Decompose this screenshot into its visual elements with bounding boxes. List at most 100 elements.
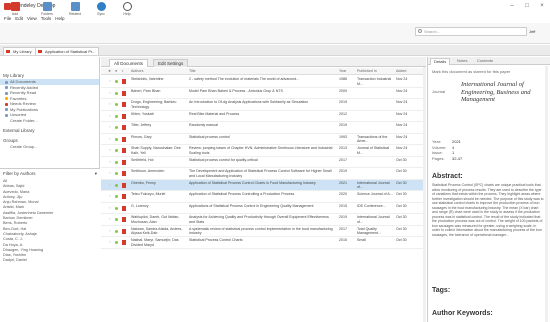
read-status-icon[interactable] <box>115 206 118 210</box>
table-row[interactable]: ☆ Pinrow, Gary Statistical process control… <box>101 134 426 145</box>
sync-button[interactable]: Sync <box>90 2 112 16</box>
sidebar-item-create-folder[interactable]: Create Folder... <box>0 118 99 124</box>
read-status-icon[interactable] <box>115 229 118 233</box>
external-library[interactable]: External Library <box>0 128 99 134</box>
tab-open-document[interactable]: Application of Statistical Pr... <box>35 47 100 55</box>
help-button[interactable]: Help <box>116 2 138 16</box>
star-icon[interactable]: ☆ <box>108 159 112 164</box>
star-column-icon[interactable]: ★ <box>108 69 111 73</box>
abstract-text[interactable]: Statistical Process Control (SPC) charts… <box>432 183 545 237</box>
read-status-icon[interactable] <box>115 183 118 187</box>
column-published-in[interactable]: Published In <box>357 69 377 73</box>
read-status-icon[interactable] <box>115 160 118 164</box>
tab-contents[interactable]: Contents <box>474 58 496 64</box>
field-value[interactable]: 32-47 <box>452 156 462 161</box>
star-document-note[interactable]: Mark this document as starred for this p… <box>432 69 510 74</box>
table-row[interactable]: ☆ Nakhal, Maryr, Samuejin; Das Divided Ma… <box>101 237 426 249</box>
read-status-icon[interactable] <box>115 195 118 198</box>
cell-authors: Kliten, Yoskatt <box>131 111 154 116</box>
read-status-icon[interactable] <box>115 126 118 129</box>
table-row[interactable]: ☆ Wahlupilot, Damb, Gut Ilsbian, Mochusan… <box>101 214 426 226</box>
read-column-icon[interactable]: ● <box>115 69 117 73</box>
menu-tools[interactable]: Tools <box>41 16 52 21</box>
read-status-icon[interactable] <box>115 91 118 95</box>
document-list-scrollbar[interactable] <box>423 67 426 322</box>
star-icon[interactable]: ☆ <box>108 171 112 175</box>
star-icon[interactable]: ☆ <box>108 205 112 210</box>
menu-edit[interactable]: Edit <box>15 16 23 21</box>
journal-name[interactable]: International Journal of Engineering, Bu… <box>461 81 546 104</box>
star-icon[interactable]: ☆ <box>108 194 112 198</box>
related-button[interactable]: Related <box>64 2 86 16</box>
minimize-icon[interactable]: – <box>506 2 518 11</box>
details-scrollbar[interactable] <box>545 66 548 322</box>
star-icon[interactable]: ☆ <box>108 182 112 187</box>
star-icon[interactable]: ☆ <box>108 228 112 233</box>
tab-all-documents[interactable]: All Documents <box>109 59 149 67</box>
read-status-icon[interactable] <box>115 114 118 118</box>
table-row[interactable]: ☆ Drugo, Engineering; Barbieu Technology A… <box>101 99 426 111</box>
folders-button[interactable]: Folders <box>36 2 58 16</box>
pdf-column-icon[interactable]: ▪ <box>122 69 123 73</box>
read-status-icon[interactable] <box>115 149 118 152</box>
filter-options-icon[interactable]: ▾ <box>95 171 97 177</box>
table-row[interactable]: ☆ Tiller, Jeffrey Randomly manual 2019 Nov 2… <box>101 122 426 134</box>
table-row[interactable]: ☆ G, Lorenzy Applications of Statistical P… <box>101 203 426 214</box>
star-icon[interactable]: ☆ <box>108 136 112 141</box>
table-row[interactable]: ☆ Smithfeld, Hol Statistical process contr… <box>101 157 426 168</box>
field-value[interactable]: 4 <box>452 145 454 150</box>
column-added[interactable]: Added <box>396 69 406 73</box>
sidebar-item-label: Needs Review <box>10 101 36 106</box>
author-filter-item[interactable]: Dadyrl, Daniel <box>0 258 100 263</box>
field-value[interactable]: 2021 <box>452 139 461 144</box>
search-input[interactable]: Search... <box>415 27 527 36</box>
read-status-icon[interactable] <box>115 241 118 244</box>
table-row[interactable]: ☆ Shah Supply, Nanochalan; Dee Kalh, Yell… <box>101 145 426 157</box>
add-button[interactable]: Add <box>4 2 26 16</box>
cell-pub <box>357 89 394 98</box>
user-name[interactable]: Jeff <box>529 29 535 34</box>
table-row[interactable]: ☆ Stefanidis, Valentine 2 - safety method … <box>101 76 426 88</box>
read-status-icon[interactable] <box>115 172 118 175</box>
table-header: ★ ● ▪ Authors Title Year Published In Ad… <box>101 68 426 75</box>
add-label: Add <box>11 12 19 16</box>
column-authors[interactable]: Authors <box>131 69 143 73</box>
tab-my-library[interactable]: My Library <box>3 47 36 55</box>
create-group[interactable]: Create Group... <box>0 144 99 150</box>
folders-label: Folders <box>41 12 53 16</box>
maximize-icon[interactable]: □ <box>521 2 533 11</box>
star-icon[interactable]: ☆ <box>108 217 112 221</box>
star-icon[interactable]: ☆ <box>108 240 112 244</box>
menu-file[interactable]: File <box>4 16 11 21</box>
field-value[interactable]: 1 <box>452 150 454 155</box>
read-status-icon[interactable] <box>115 137 118 141</box>
star-icon[interactable]: ☆ <box>108 148 112 152</box>
star-icon[interactable]: ☆ <box>108 113 112 118</box>
table-row[interactable]: ☆ Baheri, Parn Bhan Model Pam Bhan Baheri … <box>101 88 426 99</box>
cell-authors: Smithson, Ameroden <box>131 169 165 174</box>
menu-help[interactable]: Help <box>55 16 64 21</box>
star-icon[interactable]: ☆ <box>108 79 112 83</box>
read-status-icon[interactable] <box>115 80 118 83</box>
read-status-icon[interactable] <box>115 103 118 106</box>
star-icon[interactable]: ☆ <box>108 125 112 129</box>
table-row[interactable]: ☆ Naturan, Sandra Atsida, Ardees, Alyssa … <box>101 226 426 237</box>
read-status-icon[interactable] <box>115 218 118 221</box>
tab-notes[interactable]: Notes <box>454 58 470 64</box>
column-year[interactable]: Year <box>339 69 346 73</box>
folder-icon <box>5 91 8 95</box>
table-row[interactable]: ☆ Tetsu Fukuryo, Muriel Application of Sta… <box>101 191 426 203</box>
column-title[interactable]: Title <box>189 69 196 73</box>
tab-edit-settings[interactable]: Edit Settings <box>153 59 189 67</box>
cell-title: Application of Statistical Process Contr… <box>189 180 316 185</box>
close-icon[interactable]: × <box>536 2 548 11</box>
table-row[interactable]: ☆ Kliten, Yoskatt Real Bike Material and P… <box>101 111 426 122</box>
table-row[interactable]: ☆ Ohenbo, Fenny Application of Statistical… <box>101 179 426 191</box>
menu-view[interactable]: View <box>27 16 37 21</box>
tab-details[interactable]: Details <box>430 58 451 65</box>
table-row[interactable]: ☆ Smithson, Ameroden The Development and A… <box>101 168 426 180</box>
pdf-icon <box>122 171 126 176</box>
detail-field[interactable]: Pages: 32-47 <box>432 156 542 162</box>
star-icon[interactable]: ☆ <box>108 102 112 106</box>
star-icon[interactable]: ☆ <box>108 90 112 95</box>
